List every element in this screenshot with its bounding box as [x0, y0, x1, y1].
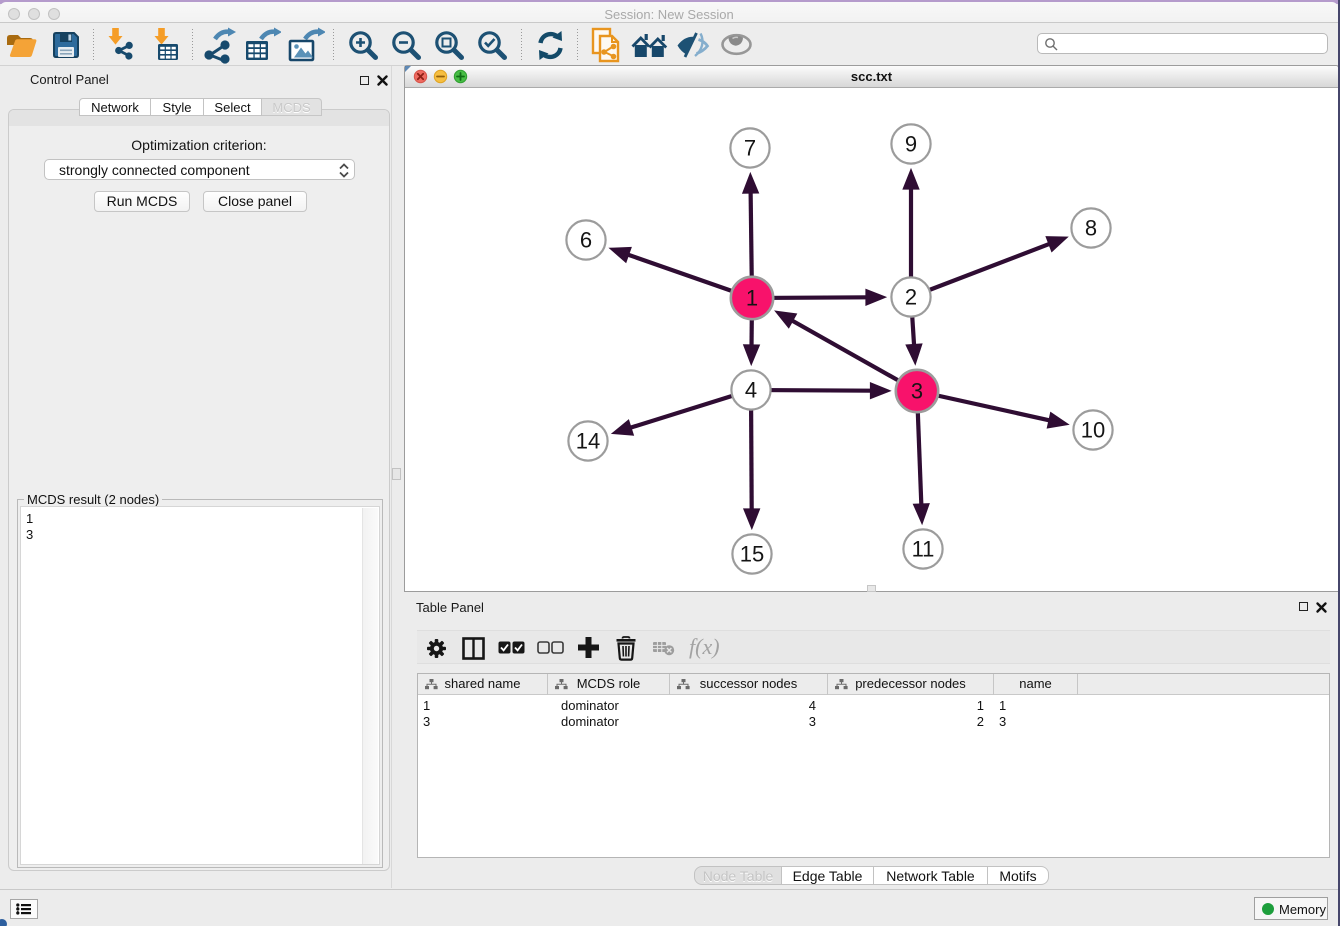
svg-text:14: 14	[576, 429, 600, 454]
svg-text:3: 3	[911, 379, 923, 404]
svg-text:7: 7	[744, 136, 756, 161]
svg-text:9: 9	[905, 132, 917, 157]
svg-text:4: 4	[745, 378, 757, 403]
svg-text:1: 1	[746, 286, 758, 311]
svg-text:11: 11	[912, 537, 935, 562]
svg-text:10: 10	[1081, 418, 1105, 443]
svg-text:15: 15	[740, 542, 764, 567]
svg-text:6: 6	[580, 228, 592, 253]
svg-text:8: 8	[1085, 216, 1097, 241]
svg-text:2: 2	[905, 285, 917, 310]
